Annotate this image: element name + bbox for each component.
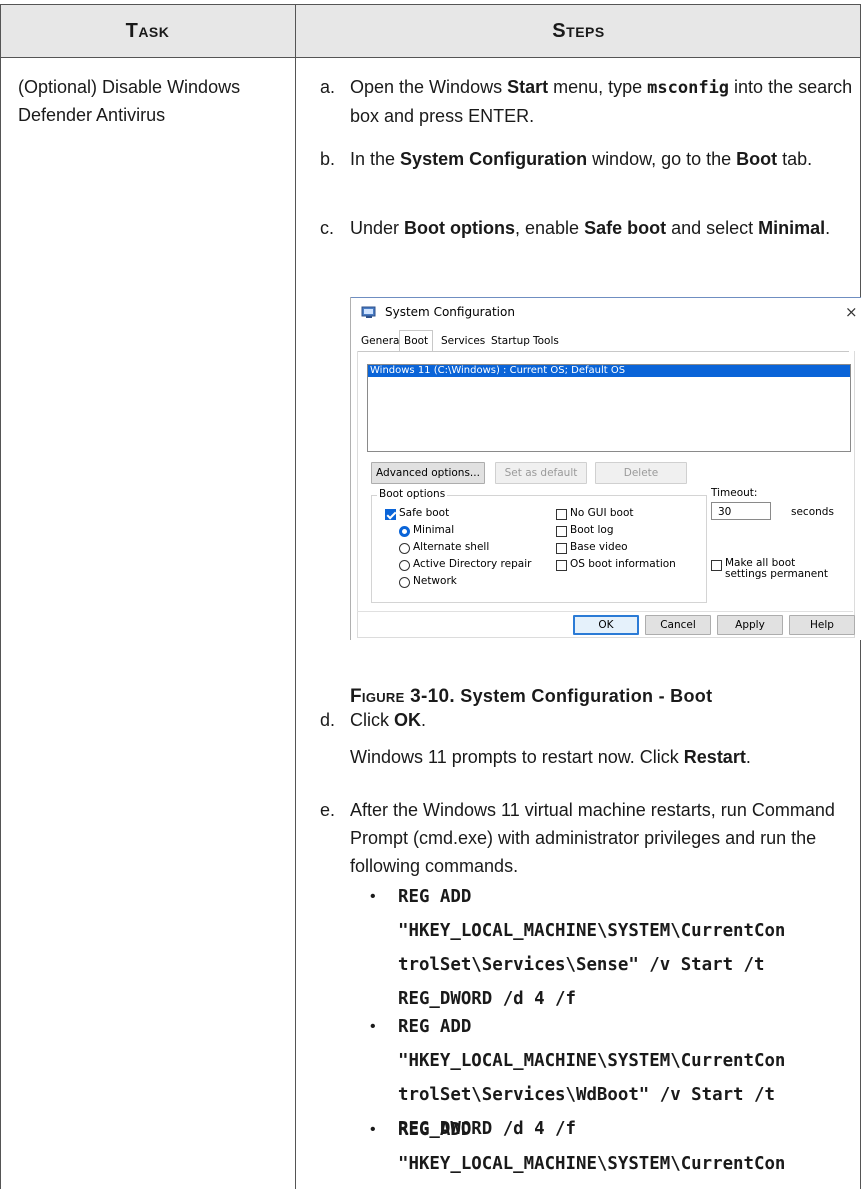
- make-permanent-checkbox[interactable]: [711, 560, 722, 571]
- step-b-label: b.: [320, 149, 336, 169]
- tab-boot[interactable]: Boot: [399, 330, 434, 351]
- system-configuration-screenshot: System Configuration × General Boot Serv…: [350, 297, 861, 640]
- step-b: b. In the System Configuration window, g…: [320, 145, 850, 205]
- timeout-input[interactable]: 30: [711, 502, 771, 520]
- table-header: Task Steps: [0, 4, 861, 58]
- minimal-label: Minimal: [413, 524, 455, 536]
- network-label: Network: [413, 575, 457, 587]
- header-steps: Steps: [552, 20, 605, 42]
- figure-title: System Configuration - Boot: [454, 686, 713, 706]
- no-gui-boot-label: No GUI boot: [570, 507, 634, 519]
- tab-services[interactable]: Services: [437, 333, 489, 349]
- column-divider: [295, 4, 296, 1189]
- dialog-top-border: [351, 297, 861, 298]
- network-radio[interactable]: [399, 577, 410, 588]
- step-a-label: a.: [320, 77, 336, 97]
- msconfig-code: msconfig: [647, 78, 730, 98]
- close-icon[interactable]: ×: [845, 303, 858, 321]
- figure-caption: Figure 3-10. System Configuration - Boot: [350, 686, 712, 708]
- task-table: Task Steps (Optional) Disable Windows De…: [0, 0, 862, 1189]
- os-list[interactable]: Windows 11 (C:\Windows) : Current OS; De…: [367, 364, 851, 452]
- os-boot-info-label: OS boot information: [570, 558, 676, 570]
- advanced-options-button[interactable]: Advanced options...: [371, 462, 485, 484]
- bullet-icon: •: [370, 1121, 376, 1138]
- footer-divider: [357, 611, 853, 612]
- step-c-label: c.: [320, 218, 335, 238]
- minimal-radio[interactable]: [399, 526, 410, 537]
- header-task: Task: [125, 20, 170, 42]
- ad-repair-radio[interactable]: [399, 560, 410, 571]
- ad-repair-label: Active Directory repair: [413, 558, 532, 570]
- boot-log-checkbox[interactable]: [556, 526, 567, 537]
- safe-boot-checkbox[interactable]: [385, 509, 396, 520]
- boot-options-label: Boot options: [377, 488, 448, 500]
- timeout-label: Timeout:: [711, 487, 758, 499]
- step-d: d. Click OK.: [320, 706, 850, 736]
- computer-icon: [361, 306, 376, 318]
- task-description: (Optional) Disable Windows Defender Anti…: [18, 77, 241, 125]
- seconds-label: seconds: [791, 506, 834, 518]
- os-boot-info-checkbox[interactable]: [556, 560, 567, 571]
- figure-number: Figure 3-10.: [350, 686, 455, 707]
- no-gui-boot-checkbox[interactable]: [556, 509, 567, 520]
- command-1-text: REG ADD "HKEY_LOCAL_MACHINE\SYSTEM\Curren…: [398, 887, 786, 1009]
- delete-button[interactable]: Delete: [595, 462, 687, 484]
- step-c: c. Under Boot options, enable Safe boot …: [320, 214, 850, 274]
- step-a-text: Open the Windows Start menu, type msconf…: [350, 77, 853, 126]
- tab-startup[interactable]: Startup: [487, 333, 534, 349]
- alternate-shell-label: Alternate shell: [413, 541, 490, 553]
- cancel-button[interactable]: Cancel: [645, 615, 711, 635]
- step-d-label: d.: [320, 710, 336, 730]
- ok-button[interactable]: OK: [573, 615, 639, 635]
- apply-button[interactable]: Apply: [717, 615, 783, 635]
- boot-log-label: Boot log: [570, 524, 614, 536]
- safe-boot-label: Safe boot: [399, 507, 450, 519]
- base-video-label: Base video: [570, 541, 628, 553]
- command-3: • REG ADD "HKEY_LOCAL_MACHINE\SYSTEM\Curre…: [370, 1113, 860, 1185]
- help-button[interactable]: Help: [789, 615, 855, 635]
- alternate-shell-radio[interactable]: [399, 543, 410, 554]
- step-e: e. After the Windows 11 virtual machine …: [320, 796, 850, 886]
- step-d-note: Windows 11 prompts to restart now. Click…: [320, 743, 850, 773]
- step-b-text: In the System Configuration window, go t…: [350, 149, 813, 169]
- step-e-label: e.: [320, 800, 336, 820]
- dialog-title: System Configuration: [385, 305, 515, 319]
- step-e-text: After the Windows 11 virtual machine res…: [350, 800, 835, 876]
- table-border-left: [0, 4, 1, 1189]
- command-3-text: REG ADD "HKEY_LOCAL_MACHINE\SYSTEM\Curren…: [398, 1120, 786, 1174]
- step-d-note-text: Windows 11 prompts to restart now. Click…: [350, 747, 751, 767]
- bullet-icon: •: [370, 888, 376, 905]
- make-permanent-label: Make all boot settings permanent: [725, 557, 829, 580]
- os-list-item[interactable]: Windows 11 (C:\Windows) : Current OS; De…: [368, 365, 850, 377]
- step-a: a. Open the Windows Start menu, type msc…: [320, 73, 852, 133]
- step-c-text: Under Boot options, enable Safe boot and…: [350, 218, 831, 238]
- base-video-checkbox[interactable]: [556, 543, 567, 554]
- tab-tools[interactable]: Tools: [529, 333, 563, 349]
- step-d-text: Click OK.: [350, 710, 427, 730]
- bullet-icon: •: [370, 1018, 376, 1035]
- set-as-default-button[interactable]: Set as default: [495, 462, 587, 484]
